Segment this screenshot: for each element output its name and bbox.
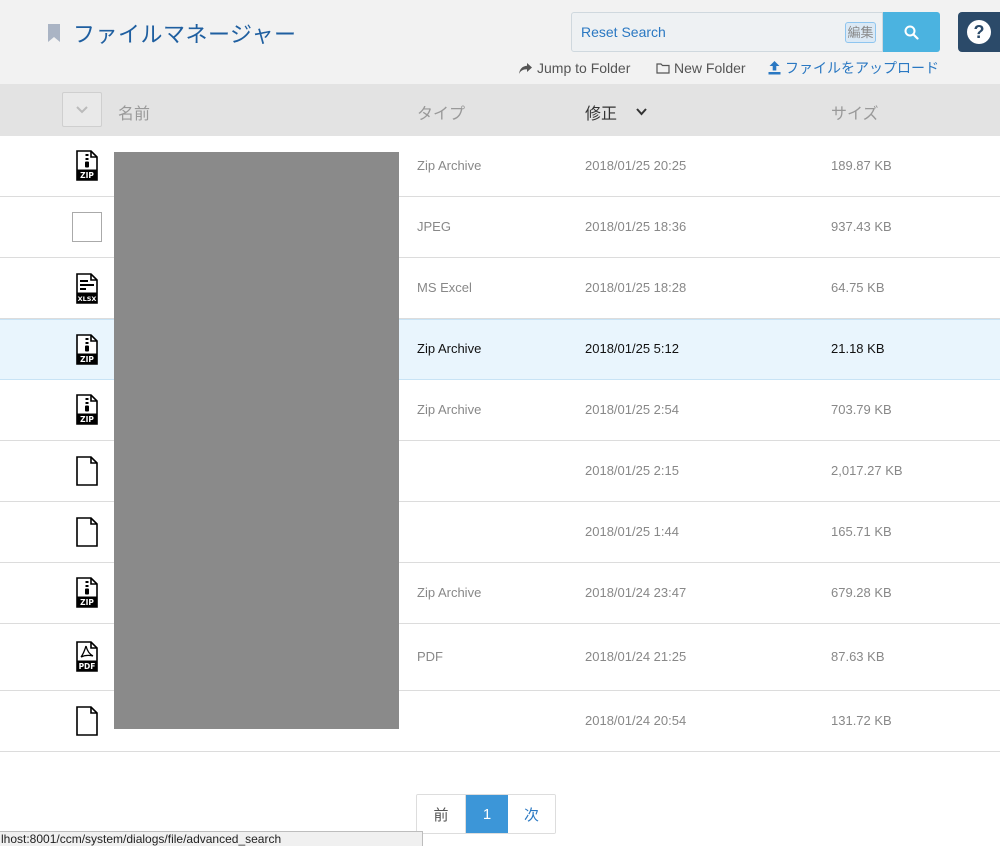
upload-icon bbox=[768, 61, 781, 75]
file-size: 679.28 KB bbox=[831, 585, 892, 600]
select-all-dropdown[interactable] bbox=[62, 92, 102, 127]
file-size: 165.71 KB bbox=[831, 524, 892, 539]
share-arrow-icon bbox=[519, 62, 532, 74]
file-modified: 2018/01/25 2:54 bbox=[585, 402, 679, 417]
help-icon: ? bbox=[967, 20, 991, 44]
column-header-name[interactable]: 名前 bbox=[118, 100, 150, 124]
file-size: 2,017.27 KB bbox=[831, 463, 903, 478]
edit-badge[interactable]: 編集 bbox=[845, 22, 876, 43]
file-size: 131.72 KB bbox=[831, 713, 892, 728]
file-type: Zip Archive bbox=[417, 402, 482, 417]
file-icon bbox=[76, 706, 98, 736]
file-modified: 2018/01/25 2:15 bbox=[585, 463, 679, 478]
svg-text:PDF: PDF bbox=[79, 662, 96, 671]
file-icon bbox=[76, 456, 98, 486]
file-type: MS Excel bbox=[417, 280, 472, 295]
svg-text:ZIP: ZIP bbox=[80, 171, 94, 180]
table-header: 名前 タイプ 修正 サイズ bbox=[0, 84, 1000, 136]
pagination: 前 1 次 bbox=[416, 794, 556, 834]
search-button[interactable] bbox=[883, 12, 940, 52]
search-icon bbox=[904, 25, 919, 40]
svg-text:ZIP: ZIP bbox=[80, 355, 94, 364]
column-header-type[interactable]: タイプ bbox=[417, 100, 465, 124]
file-modified: 2018/01/24 20:54 bbox=[585, 713, 687, 728]
column-header-size[interactable]: サイズ bbox=[831, 100, 879, 124]
file-type: Zip Archive bbox=[417, 158, 482, 173]
column-header-modified[interactable]: 修正 bbox=[585, 100, 617, 124]
current-page-button[interactable]: 1 bbox=[466, 795, 508, 833]
browser-status-bar-url: lhost:8001/ccm/system/dialogs/file/advan… bbox=[0, 831, 423, 846]
file-type: PDF bbox=[417, 649, 443, 664]
file-modified: 2018/01/24 21:25 bbox=[585, 649, 687, 664]
file-type: JPEG bbox=[417, 219, 451, 234]
upload-label: ファイルをアップロード bbox=[785, 60, 939, 76]
file-type: Zip Archive bbox=[417, 341, 482, 356]
bookmark-icon bbox=[48, 24, 60, 42]
search-box: 編集 bbox=[571, 12, 883, 52]
sort-desc-icon[interactable] bbox=[636, 108, 647, 116]
zip-file-icon: ZIP bbox=[76, 394, 98, 425]
folder-icon bbox=[656, 63, 670, 74]
new-folder-link[interactable]: New Folder bbox=[656, 58, 746, 78]
file-size: 703.79 KB bbox=[831, 402, 892, 417]
svg-text:ZIP: ZIP bbox=[80, 415, 94, 424]
jump-to-folder-link[interactable]: Jump to Folder bbox=[518, 58, 630, 78]
file-size: 937.43 KB bbox=[831, 219, 892, 234]
new-folder-label: New Folder bbox=[674, 60, 746, 76]
svg-text:ZIP: ZIP bbox=[80, 598, 94, 607]
file-icon bbox=[76, 517, 98, 547]
svg-text:XLSX: XLSX bbox=[78, 295, 97, 303]
file-modified: 2018/01/25 1:44 bbox=[585, 524, 679, 539]
jump-to-folder-label: Jump to Folder bbox=[537, 60, 631, 76]
zip-file-icon: ZIP bbox=[76, 577, 98, 608]
file-modified: 2018/01/24 23:47 bbox=[585, 585, 687, 600]
file-size: 64.75 KB bbox=[831, 280, 885, 295]
page-title: ファイルマネージャー bbox=[73, 22, 297, 47]
broken-image-thumbnail bbox=[72, 212, 102, 242]
zip-file-icon: ZIP bbox=[76, 150, 98, 181]
next-page-button[interactable]: 次 bbox=[508, 795, 555, 833]
file-modified: 2018/01/25 18:28 bbox=[585, 280, 687, 295]
file-size: 189.87 KB bbox=[831, 158, 892, 173]
file-modified: 2018/01/25 5:12 bbox=[585, 341, 679, 356]
prev-page-button[interactable]: 前 bbox=[417, 795, 466, 833]
file-manager-header: ファイルマネージャー 編集 ? Jump to Folder New Folde… bbox=[0, 0, 1000, 84]
file-modified: 2018/01/25 20:25 bbox=[585, 158, 687, 173]
help-button[interactable]: ? bbox=[958, 12, 1000, 52]
upload-file-link[interactable]: ファイルをアップロード bbox=[768, 58, 939, 78]
xlsx-file-icon: XLSX bbox=[76, 273, 98, 304]
file-modified: 2018/01/25 18:36 bbox=[585, 219, 687, 234]
file-type: Zip Archive bbox=[417, 585, 482, 600]
zip-file-icon: ZIP bbox=[76, 334, 98, 365]
redacted-file-names bbox=[114, 152, 399, 729]
file-size: 21.18 KB bbox=[831, 341, 885, 356]
pdf-file-icon: PDF bbox=[76, 641, 98, 672]
search-input[interactable] bbox=[572, 13, 842, 51]
file-size: 87.63 KB bbox=[831, 649, 885, 664]
chevron-down-icon bbox=[76, 105, 88, 113]
